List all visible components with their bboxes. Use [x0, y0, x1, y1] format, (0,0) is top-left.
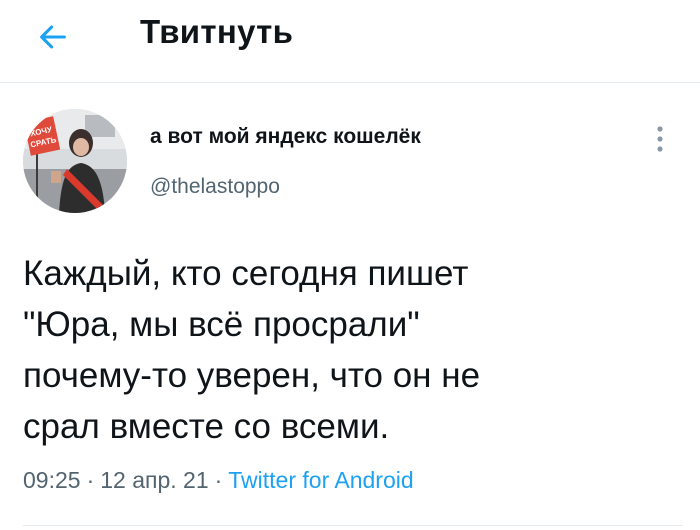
more-vertical-icon: [657, 126, 663, 152]
meta-separator: ·: [214, 467, 223, 493]
meta-separator: ·: [86, 467, 95, 493]
tweet-meta: 09:25 · 12 апр. 21 · Twitter for Android: [23, 466, 414, 494]
avatar[interactable]: ХОЧУ СРАТЬ: [23, 109, 127, 213]
arrow-left-icon: [40, 25, 66, 49]
page-title: Твитнуть: [140, 13, 294, 50]
more-options-button[interactable]: [648, 123, 672, 155]
avatar-photo: ХОЧУ СРАТЬ: [23, 109, 127, 213]
back-button[interactable]: [30, 14, 76, 60]
top-bar: Твитнуть: [0, 0, 700, 83]
author-handle[interactable]: @thelastoppo: [150, 174, 280, 200]
tweet-source-link[interactable]: Twitter for Android: [228, 467, 413, 493]
divider: [23, 525, 683, 526]
tweet-time[interactable]: 09:25: [23, 467, 81, 493]
tweet-date[interactable]: 12 апр. 21: [100, 467, 208, 493]
tweet-text: Каждый, кто сегодня пишет "Юра, мы всё п…: [23, 254, 481, 446]
tweet: ХОЧУ СРАТЬ а вот мой яндекс кошелёк @the…: [0, 83, 700, 530]
author-display-name[interactable]: а вот мой яндекс кошелёк: [150, 124, 421, 150]
